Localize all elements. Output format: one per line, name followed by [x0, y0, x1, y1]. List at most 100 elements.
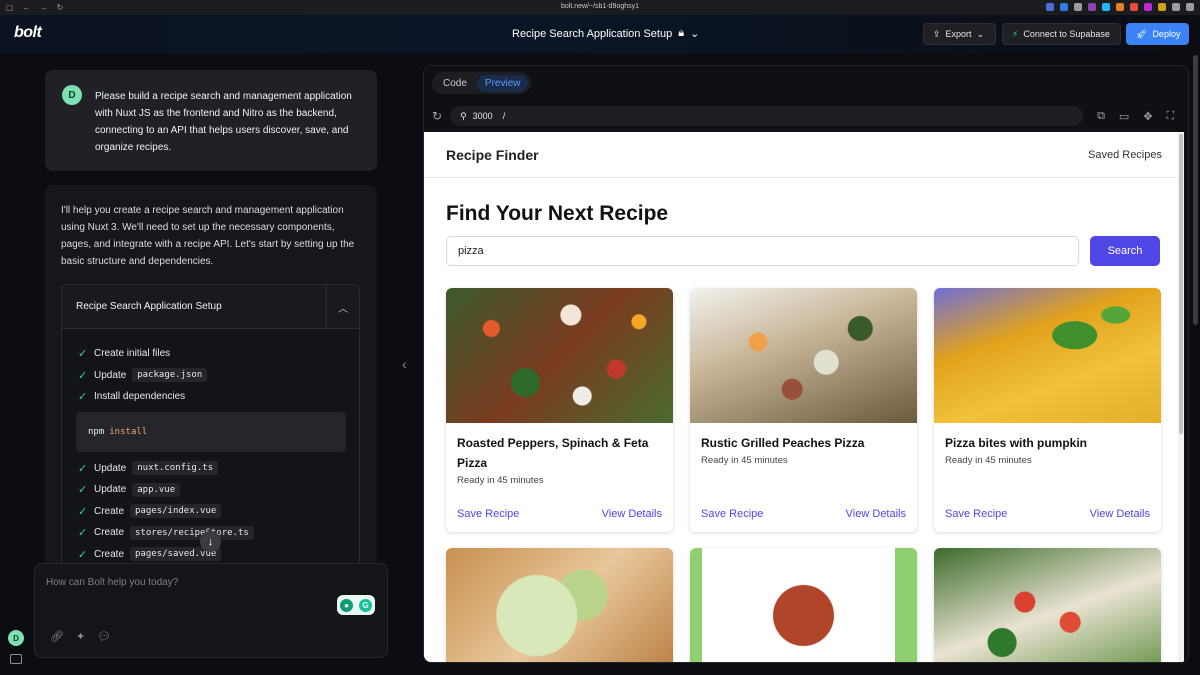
discuss-icon[interactable]: 💬︎	[97, 630, 111, 643]
step-file[interactable]: nuxt.config.ts	[132, 461, 219, 476]
step-action: Create initial files	[94, 348, 171, 360]
preview-path: /	[502, 111, 506, 121]
view-details-button[interactable]: View Details	[1090, 508, 1150, 520]
view-details-button[interactable]: View Details	[602, 508, 662, 520]
account-avatar[interactable]: D	[8, 630, 24, 646]
browser-extension-icon[interactable]	[1102, 3, 1110, 11]
recipe-image	[934, 288, 1161, 423]
preview-frame: Recipe Finder Saved Recipes Find Your Ne…	[424, 132, 1184, 662]
user-message: D Please build a recipe search and manag…	[45, 70, 377, 171]
search-button[interactable]: Search	[1090, 236, 1160, 266]
recipe-image	[934, 548, 1161, 662]
chevron-down-icon: ⌄	[690, 28, 700, 40]
chevron-left-icon[interactable]: ‹	[402, 356, 407, 372]
saved-recipes-link[interactable]: Saved Recipes	[1088, 149, 1162, 161]
connect-supabase-button[interactable]: ⚡ Connect to Supabase	[1002, 23, 1121, 45]
bolt-logo[interactable]: bolt	[14, 24, 42, 42]
browser-extension-icon[interactable]	[1158, 3, 1166, 11]
browser-extension-icon[interactable]	[1130, 3, 1138, 11]
artifact-title: Recipe Search Application Setup	[76, 301, 222, 312]
deploy-button[interactable]: 🚀︎ Deploy	[1126, 23, 1189, 45]
prompt-input[interactable]: How can Bolt help you today? ● G 🔗︎ ✦ 💬︎	[34, 563, 388, 658]
recipe-card	[934, 548, 1161, 662]
sidebar-panel-icon[interactable]	[10, 654, 22, 664]
recipe-title: Roasted Peppers, Spinach & Feta Pizza	[457, 436, 649, 470]
check-icon: ✓	[78, 348, 88, 361]
browser-extension-icon[interactable]	[1088, 3, 1096, 11]
recipe-title: Pizza bites with pumpkin	[945, 436, 1088, 450]
check-icon: ✓	[78, 391, 88, 404]
preview-brand[interactable]: Recipe Finder	[446, 147, 539, 163]
check-icon: ✓	[78, 462, 88, 475]
workbench-tabs: Code Preview	[432, 72, 532, 94]
preview-scrollbar-thumb[interactable]	[1179, 134, 1183, 434]
recipe-card	[690, 548, 917, 662]
recipe-image	[446, 288, 673, 423]
workbench: Code Preview ↻ ⚲ 3000 / ⧉ ▭ ✥ ⛶ Recipe F…	[423, 65, 1189, 663]
enhance-prompt-icon[interactable]: ✦	[76, 630, 85, 643]
chevron-up-icon: ︿	[338, 303, 348, 315]
browser-extension-icon[interactable]	[1046, 3, 1054, 11]
step-file[interactable]: pages/index.vue	[130, 504, 222, 519]
step-file[interactable]: package.json	[132, 368, 208, 383]
browser-extension-icon[interactable]	[1116, 3, 1124, 11]
port-icon: ⚲	[460, 110, 467, 121]
lock-icon: 🔒︎	[678, 27, 685, 39]
save-recipe-button[interactable]: Save Recipe	[457, 508, 519, 520]
step-action: Create	[94, 505, 125, 517]
save-recipe-button[interactable]: Save Recipe	[945, 508, 1007, 520]
deploy-label: Deploy	[1152, 29, 1181, 39]
save-recipe-button[interactable]: Save Recipe	[701, 508, 763, 520]
export-button[interactable]: ⇪ Export ⌄	[923, 23, 996, 45]
supabase-label: Connect to Supabase	[1023, 29, 1110, 39]
device-toggle-icon[interactable]: ▭	[1119, 110, 1129, 123]
browser-extension-icon[interactable]	[1172, 3, 1180, 11]
recipe-image	[446, 548, 673, 662]
browser-toolbar: ▢ ← → ↻ bolt.new/~/sb1-d9oghsy1	[0, 0, 1200, 15]
browser-extension-icon[interactable]	[1074, 3, 1082, 11]
grammarly-icon: G	[359, 598, 372, 612]
window-scrollbar[interactable]	[1193, 55, 1198, 325]
port-number: 3000	[472, 111, 493, 121]
check-icon: ✓	[78, 527, 88, 540]
recipe-card: Roasted Peppers, Spinach & Feta Pizza Re…	[446, 288, 673, 532]
artifact-step: ✓ Update package.json	[78, 365, 350, 387]
browser-extension-icon[interactable]	[1144, 3, 1152, 11]
artifact-step: ✓ Update app.vue	[78, 479, 350, 501]
grammarly-widget[interactable]: ● G	[337, 595, 375, 615]
browser-extension-icon[interactable]	[1060, 3, 1068, 11]
check-icon: ✓	[78, 369, 88, 382]
browser-extension-icon[interactable]	[1186, 3, 1194, 11]
attach-link-icon[interactable]: 🔗︎	[50, 630, 64, 643]
recipe-search-input[interactable]: pizza	[446, 236, 1079, 266]
preview-navbar: Recipe Finder Saved Recipes	[424, 132, 1184, 178]
preview-url-field[interactable]: ⚲ 3000 /	[450, 106, 1084, 126]
preview-scrollbar[interactable]	[1178, 132, 1184, 662]
step-action: Update	[94, 462, 127, 474]
step-action: Update	[94, 369, 127, 381]
open-external-icon[interactable]: ⧉	[1097, 110, 1105, 123]
tab-preview[interactable]: Preview	[476, 74, 529, 92]
step-action: Create	[94, 527, 125, 539]
reload-preview-icon[interactable]: ↻	[432, 109, 442, 123]
tab-code[interactable]: Code	[435, 75, 475, 92]
scroll-to-bottom-button[interactable]: ↓	[200, 531, 221, 552]
collapse-artifact-button[interactable]: ︿	[326, 285, 359, 329]
artifact-step: ✓ Create pages/index.vue	[78, 501, 350, 523]
view-details-button[interactable]: View Details	[846, 508, 906, 520]
prompt-placeholder: How can Bolt help you today?	[46, 577, 179, 588]
arrow-down-icon: ↓	[207, 535, 214, 548]
artifact-step: ✓ Install dependencies	[78, 386, 350, 408]
browser-url[interactable]: bolt.new/~/sb1-d9oghsy1	[0, 3, 1200, 10]
step-file[interactable]: app.vue	[132, 482, 181, 497]
artifact-header[interactable]: Recipe Search Application Setup ︿	[62, 285, 359, 329]
recipe-actions: Save Recipe View Details	[945, 508, 1150, 520]
step-file[interactable]: stores/recipeStore.ts	[130, 525, 254, 540]
share-icon: ⇪	[933, 28, 941, 39]
preview-address-bar: ↻ ⚲ 3000 / ⧉ ▭ ✥ ⛶	[432, 106, 1175, 126]
fullscreen-icon[interactable]: ⛶	[1167, 110, 1175, 123]
project-title[interactable]: Recipe Search Application Setup 🔒︎ ⌄	[512, 27, 699, 40]
inspect-icon[interactable]: ✥	[1143, 110, 1152, 123]
recipe-actions: Save Recipe View Details	[701, 508, 906, 520]
recipe-time: Ready in 45 minutes	[945, 455, 1032, 466]
